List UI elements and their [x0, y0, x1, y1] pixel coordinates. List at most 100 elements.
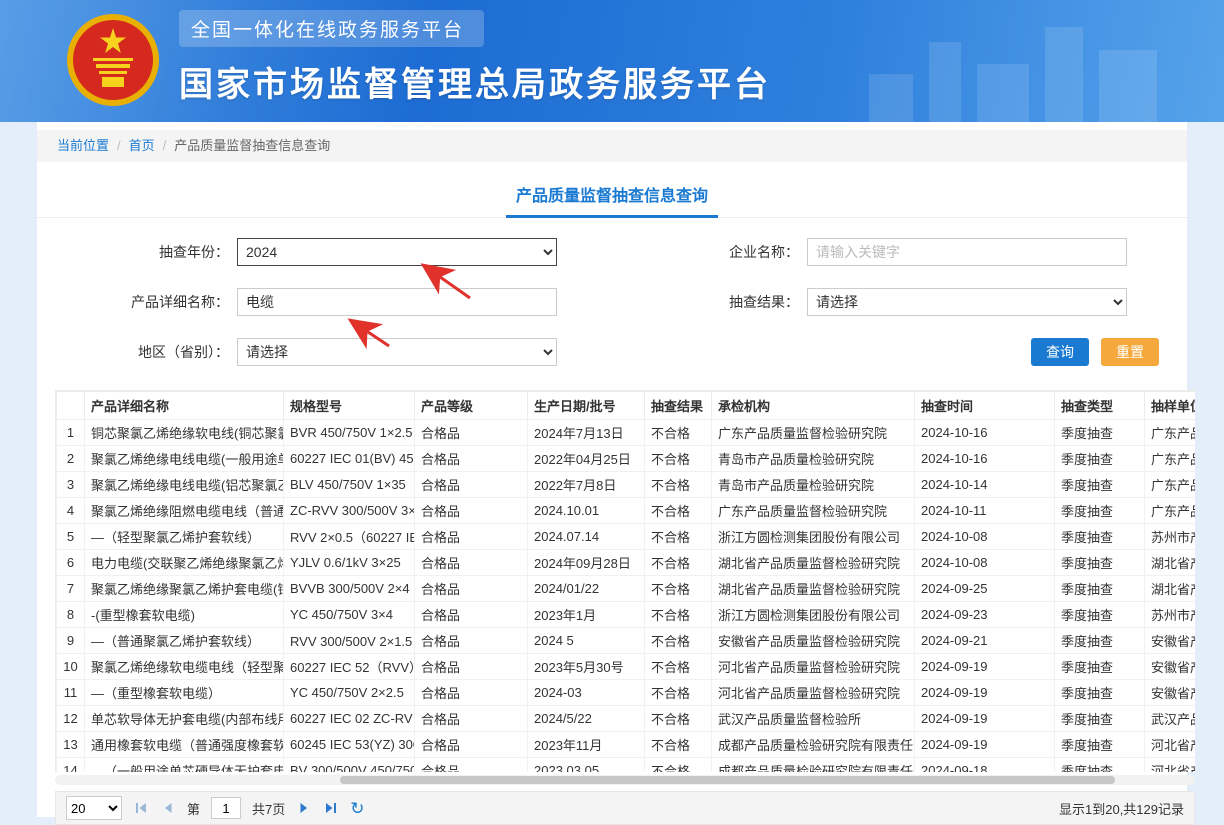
- table-row[interactable]: 5—（轻型聚氯乙烯护套软线）RVV 2×0.5（60227 IEC合格品2024…: [57, 524, 1196, 550]
- table-cell: -(重型橡套软电缆): [85, 602, 284, 628]
- column-header: 承检机构: [712, 392, 915, 420]
- refresh-icon[interactable]: ↻: [350, 800, 364, 817]
- table-cell: 季度抽查: [1055, 732, 1145, 758]
- first-page-button[interactable]: [133, 800, 149, 816]
- next-page-button[interactable]: [296, 800, 312, 816]
- page-number-input[interactable]: [211, 797, 241, 819]
- table-cell: 不合格: [645, 680, 712, 706]
- table-cell: 聚氯乙烯绝缘软电缆电线（轻型聚氯乙: [85, 654, 284, 680]
- table-cell: 苏州市产: [1145, 602, 1196, 628]
- table-cell: 2024.10.01: [528, 498, 645, 524]
- table-cell: 聚氯乙烯绝缘电线电缆(一般用途单芯: [85, 446, 284, 472]
- page-prefix-label: 第: [187, 799, 200, 818]
- table-cell: 2024年09月28日: [528, 550, 645, 576]
- table-cell: 2024-09-19: [915, 654, 1055, 680]
- table-cell: 5: [57, 524, 85, 550]
- table-cell: 6: [57, 550, 85, 576]
- table-cell: 不合格: [645, 602, 712, 628]
- table-cell: 青岛市产品质量检验研究院: [712, 446, 915, 472]
- table-row[interactable]: 14—（一般用途单芯硬导体无护套电缆）BV 300/500V 450/750V合…: [57, 758, 1196, 773]
- table-cell: 1: [57, 420, 85, 446]
- company-input[interactable]: [807, 238, 1127, 266]
- table-row[interactable]: 2聚氯乙烯绝缘电线电缆(一般用途单芯60227 IEC 01(BV) 450/合…: [57, 446, 1196, 472]
- table-cell: 12: [57, 706, 85, 732]
- table-cell: 2023年5月30号: [528, 654, 645, 680]
- table-row[interactable]: 12单芯软导体无护套电缆(内部布线用导60227 IEC 02 ZC-RV 30…: [57, 706, 1196, 732]
- results-table-body: 1铜芯聚氯乙烯绝缘软电线(铜芯聚氯乙BVR 450/750V 1×2.5合格品2…: [57, 420, 1196, 773]
- table-cell: 季度抽查: [1055, 446, 1145, 472]
- table-row[interactable]: 7聚氯乙烯绝缘聚氯乙烯护套电缆(铜芯BVVB 300/500V 2×4合格品20…: [57, 576, 1196, 602]
- table-cell: 广东产品: [1145, 446, 1196, 472]
- last-page-icon: [324, 801, 338, 815]
- column-header: 抽查类型: [1055, 392, 1145, 420]
- reset-button[interactable]: 重置: [1101, 338, 1159, 366]
- table-row[interactable]: 11—（重型橡套软电缆）YC 450/750V 2×2.5合格品2024-03不…: [57, 680, 1196, 706]
- table-cell: 成都产品质量检验研究院有限责任公司: [712, 758, 915, 773]
- table-cell: 2024-09-18: [915, 758, 1055, 773]
- table-cell: 2024-09-19: [915, 680, 1055, 706]
- table-cell: 不合格: [645, 654, 712, 680]
- year-select[interactable]: 2024: [237, 238, 557, 266]
- table-row[interactable]: 10聚氯乙烯绝缘软电缆电线（轻型聚氯乙60227 IEC 52（RVV）3合格品…: [57, 654, 1196, 680]
- table-cell: 季度抽查: [1055, 576, 1145, 602]
- table-cell: 不合格: [645, 732, 712, 758]
- last-page-button[interactable]: [323, 800, 339, 816]
- table-cell: 广东产品质量监督检验研究院: [712, 498, 915, 524]
- table-row[interactable]: 13通用橡套软电缆（普通强度橡套软线）60245 IEC 53(YZ) 300/…: [57, 732, 1196, 758]
- table-cell: —（一般用途单芯硬导体无护套电缆）: [85, 758, 284, 773]
- table-row[interactable]: 1铜芯聚氯乙烯绝缘软电线(铜芯聚氯乙BVR 450/750V 1×2.5合格品2…: [57, 420, 1196, 446]
- table-cell: BVR 450/750V 1×2.5: [284, 420, 415, 446]
- table-row[interactable]: 9—（普通聚氯乙烯护套软线）RVV 300/500V 2×1.5（合格品2024…: [57, 628, 1196, 654]
- total-pages-label: 共7页: [252, 799, 285, 818]
- company-label: 企业名称：: [657, 242, 807, 262]
- building-decoration: [1045, 27, 1083, 122]
- product-name-input[interactable]: [237, 288, 557, 316]
- national-emblem-icon: [65, 12, 161, 108]
- table-cell: 2024/01/22: [528, 576, 645, 602]
- table-cell: 浙江方圆检测集团股份有限公司: [712, 524, 915, 550]
- table-cell: 合格品: [415, 576, 528, 602]
- table-cell: ZC-RVV 300/500V 3×2: [284, 498, 415, 524]
- site-title: 国家市场监督管理总局政务服务平台: [179, 57, 771, 106]
- table-cell: 不合格: [645, 498, 712, 524]
- table-cell: RVV 2×0.5（60227 IEC: [284, 524, 415, 550]
- table-cell: 通用橡套软电缆（普通强度橡套软线）: [85, 732, 284, 758]
- table-cell: 2024-09-23: [915, 602, 1055, 628]
- table-cell: 季度抽查: [1055, 706, 1145, 732]
- result-select[interactable]: 请选择: [807, 288, 1127, 316]
- table-cell: 成都产品质量检验研究院有限责任公司: [712, 732, 915, 758]
- table-cell: 季度抽查: [1055, 420, 1145, 446]
- table-row[interactable]: 4聚氯乙烯绝缘阻燃电缆电线（普通聚氯ZC-RVV 300/500V 3×2合格品…: [57, 498, 1196, 524]
- table-cell: 不合格: [645, 706, 712, 732]
- page-size-select[interactable]: 20: [66, 796, 122, 820]
- search-button[interactable]: 查询: [1031, 338, 1089, 366]
- table-cell: 苏州市产: [1145, 524, 1196, 550]
- region-select[interactable]: 请选择: [237, 338, 557, 366]
- breadcrumb-separator: /: [163, 130, 167, 162]
- tab-bar: 产品质量监督抽查信息查询: [37, 176, 1187, 218]
- product-name-label: 产品详细名称：: [37, 292, 237, 312]
- column-header: 抽查时间: [915, 392, 1055, 420]
- table-cell: 2024.07.14: [528, 524, 645, 550]
- table-cell: 安徽省产: [1145, 628, 1196, 654]
- breadcrumb-home-link[interactable]: 首页: [129, 130, 155, 162]
- previous-page-button[interactable]: [160, 800, 176, 816]
- table-cell: 13: [57, 732, 85, 758]
- table-cell: 合格品: [415, 550, 528, 576]
- table-cell: 季度抽查: [1055, 654, 1145, 680]
- site-header: 全国一体化在线政务服务平台 国家市场监督管理总局政务服务平台: [0, 0, 1224, 122]
- table-cell: 合格品: [415, 654, 528, 680]
- table-cell: 聚氯乙烯绝缘电线电缆(铝芯聚氯乙烯: [85, 472, 284, 498]
- horizontal-scrollbar-thumb[interactable]: [340, 776, 1115, 784]
- table-cell: BV 300/500V 450/750V: [284, 758, 415, 773]
- table-cell: 不合格: [645, 628, 712, 654]
- table-row[interactable]: 3聚氯乙烯绝缘电线电缆(铝芯聚氯乙烯BLV 450/750V 1×35合格品20…: [57, 472, 1196, 498]
- table-row[interactable]: 8-(重型橡套软电缆)YC 450/750V 3×4合格品2023年1月不合格浙…: [57, 602, 1196, 628]
- table-cell: 60227 IEC 01(BV) 450/: [284, 446, 415, 472]
- table-row[interactable]: 6电力电缆(交联聚乙烯绝缘聚氯乙烯护YJLV 0.6/1kV 3×25合格品20…: [57, 550, 1196, 576]
- column-header: 生产日期/批号: [528, 392, 645, 420]
- horizontal-scrollbar-track[interactable]: [55, 775, 1195, 785]
- tab-product-quality-query[interactable]: 产品质量监督抽查信息查询: [506, 176, 718, 218]
- table-cell: 合格品: [415, 628, 528, 654]
- table-cell: 武汉产品质量监督检验所: [712, 706, 915, 732]
